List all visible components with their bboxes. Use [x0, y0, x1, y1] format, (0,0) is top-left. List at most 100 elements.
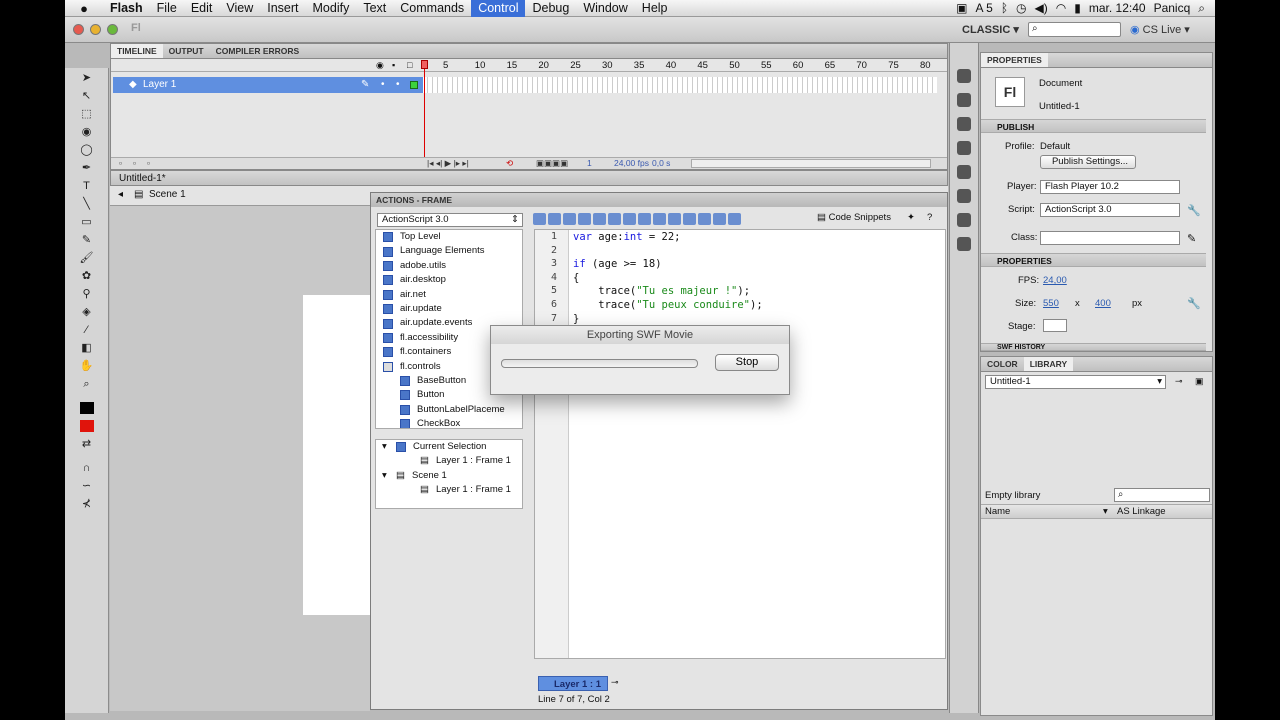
tab-properties[interactable]: PROPERTIES [981, 53, 1048, 67]
deco-tool-icon[interactable]: ✿ [78, 268, 96, 284]
subselection-tool-icon[interactable]: ↖ [78, 88, 96, 104]
bone-tool-icon[interactable]: ⚲ [78, 286, 96, 302]
stop-button[interactable]: Stop [715, 354, 779, 371]
bluetooth-icon[interactable]: ᛒ [1001, 1, 1008, 15]
tab-output[interactable]: OUTPUT [163, 44, 210, 58]
layer-outline-color[interactable] [410, 81, 418, 89]
menu-flash[interactable]: Flash [103, 0, 150, 17]
pin-script-icon[interactable]: ⊸ [611, 677, 619, 688]
code-line[interactable]: var age:int = 22; [573, 231, 680, 243]
check-syntax-icon[interactable] [578, 213, 591, 225]
stage-color-swatch[interactable] [1043, 319, 1067, 332]
visible-dot[interactable]: • [381, 77, 385, 93]
script-layer-tab[interactable]: Layer 1 : 1 [538, 676, 608, 691]
adobe-status[interactable]: A 5 [975, 1, 992, 15]
fill-color-swatch[interactable] [78, 418, 96, 434]
lock-icon[interactable]: ▪ [392, 60, 395, 70]
code-line[interactable]: trace("Tu peux conduire"); [573, 299, 762, 311]
find-icon[interactable] [548, 213, 561, 225]
align-panel-icon[interactable] [957, 165, 971, 179]
volume-icon[interactable]: ◀) [1035, 1, 1048, 15]
tab-compiler-errors[interactable]: COMPILER ERRORS [210, 44, 306, 58]
help-icon[interactable]: ? [927, 212, 932, 223]
show-toolbox-icon[interactable] [728, 213, 741, 225]
toolbox-item[interactable]: CheckBox [376, 417, 522, 428]
selection-tool-icon[interactable]: ➤ [78, 70, 96, 86]
apply-block-comment-icon[interactable] [683, 213, 696, 225]
minimize-window-button[interactable] [90, 24, 101, 35]
library-document-select[interactable]: Untitled-1 ▾ [985, 375, 1166, 389]
document-settings-icon[interactable]: 🔧 [1187, 297, 1201, 310]
new-folder-icon[interactable]: ▫ [133, 158, 136, 168]
lasso-tool-icon[interactable]: ◯ [78, 142, 96, 158]
code-line[interactable]: if (age >= 18) [573, 258, 662, 270]
timeline-scrollbar[interactable] [691, 159, 931, 168]
new-layer-icon[interactable]: ▫ [119, 158, 122, 168]
nav-item[interactable]: ▤ Layer 1 : Frame 1 [376, 483, 522, 497]
swf-history-section[interactable]: SWF HISTORY [981, 343, 1206, 351]
swap-colors-icon[interactable]: ⇄ [78, 436, 96, 452]
info-panel-icon[interactable] [957, 117, 971, 131]
current-frame[interactable]: 1 [587, 158, 592, 168]
remove-comment-icon[interactable] [713, 213, 726, 225]
lock-dot[interactable]: • [396, 77, 400, 93]
show-hide-icon[interactable]: ◉ [376, 60, 384, 71]
properties-panel-icon[interactable] [957, 69, 971, 83]
user-name[interactable]: Panicq [1154, 1, 1191, 15]
properties-section[interactable]: PROPERTIES [981, 253, 1206, 267]
menu-insert[interactable]: Insert [260, 0, 305, 17]
tab-library[interactable]: LIBRARY [1023, 357, 1074, 371]
eyedropper-tool-icon[interactable]: ⁄ [78, 322, 96, 338]
menu-window[interactable]: Window [576, 0, 634, 17]
menu-control[interactable]: Control [471, 0, 526, 17]
code-line[interactable]: trace("Tu es majeur !"); [573, 285, 750, 297]
zoom-tool-icon[interactable]: ⌕ [78, 376, 96, 392]
back-arrow-icon[interactable]: ◂ [118, 189, 123, 200]
rectangle-tool-icon[interactable]: ▭ [78, 214, 96, 230]
code-snippets-panel-icon[interactable] [957, 237, 971, 251]
collapse-between-braces-icon[interactable] [638, 213, 651, 225]
frame-cells[interactable] [423, 77, 937, 93]
clock-time[interactable]: mar. 12:40 [1089, 1, 1146, 15]
snap-to-objects-icon[interactable]: ∩ [78, 460, 96, 476]
hand-tool-icon[interactable]: ✋ [78, 358, 96, 374]
toolbox-item[interactable]: air.desktop [376, 273, 522, 287]
toolbox-item[interactable]: air.update [376, 302, 522, 316]
pen-tool-icon[interactable]: ✒ [78, 160, 96, 176]
fps-value[interactable]: 24,00 [1043, 275, 1067, 286]
script-select[interactable]: ActionScript 3.0 [1040, 203, 1180, 217]
toolbox-item[interactable]: Language Elements [376, 244, 522, 258]
3d-rotation-tool-icon[interactable]: ◉ [78, 124, 96, 140]
nav-item[interactable]: ▾ ▤ Scene 1 [376, 469, 522, 483]
clock-icon[interactable]: ◷ [1016, 1, 1026, 15]
free-transform-tool-icon[interactable]: ⬚ [78, 106, 96, 122]
code-line[interactable]: { [573, 272, 579, 284]
script-settings-icon[interactable]: 🔧 [1187, 204, 1201, 217]
smooth-icon[interactable]: ∽ [78, 478, 96, 494]
playhead[interactable] [421, 60, 428, 165]
toolbox-item[interactable]: Top Level [376, 230, 522, 244]
scene-name[interactable]: Scene 1 [149, 189, 186, 200]
add-statement-icon[interactable] [533, 213, 546, 225]
debug-options-icon[interactable] [623, 213, 636, 225]
delete-layer-icon[interactable]: ▫ [147, 158, 150, 168]
column-as-linkage[interactable]: AS Linkage [1117, 505, 1166, 519]
layer-row[interactable]: ◆ Layer 1 ✎ • • [113, 77, 423, 93]
text-tool-icon[interactable]: T [78, 178, 96, 194]
auto-format-icon[interactable] [593, 213, 606, 225]
apple-icon[interactable]: ● [65, 1, 103, 16]
sort-icon[interactable]: ▾ [1103, 505, 1108, 519]
close-window-button[interactable] [73, 24, 84, 35]
stroke-color-swatch[interactable] [78, 400, 96, 416]
toolbox-item[interactable]: ButtonLabelPlaceme [376, 403, 522, 417]
insert-target-path-icon[interactable] [563, 213, 576, 225]
frame-ruler[interactable]: 5 10 15 20 25 30 35 40 45 50 55 60 65 70 75 80 [423, 60, 937, 72]
wand-icon[interactable]: ✦ [907, 212, 915, 223]
straighten-icon[interactable]: ⊀ [78, 496, 96, 512]
publish-settings-button[interactable]: Publish Settings... [1040, 155, 1136, 169]
eraser-tool-icon[interactable]: ◧ [78, 340, 96, 356]
code-line[interactable]: } [573, 313, 579, 325]
menu-text[interactable]: Text [356, 0, 393, 17]
paint-bucket-tool-icon[interactable]: ◈ [78, 304, 96, 320]
zoom-window-button[interactable] [107, 24, 118, 35]
